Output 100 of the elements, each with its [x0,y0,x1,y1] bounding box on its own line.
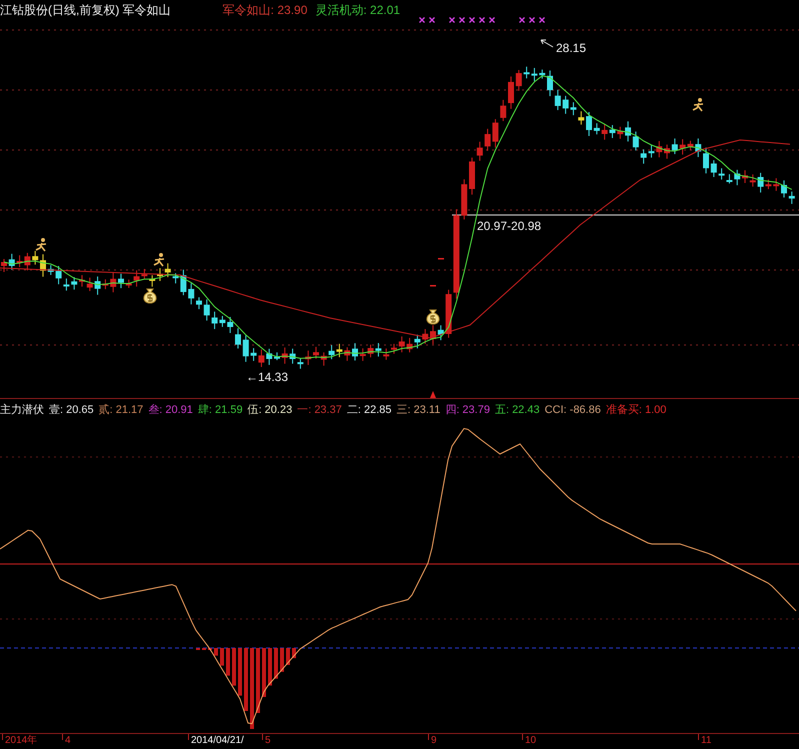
date-label: 9 [431,735,437,748]
candlestick [274,352,280,361]
candlestick [157,268,163,282]
candlestick [196,296,202,310]
candlestick [79,274,85,288]
candlestick [594,122,600,135]
date-label: 2014/04/21/ [191,735,244,748]
candlestick [360,348,366,362]
indicator-value: 叁: 20.91 [148,403,193,418]
candlestick [625,120,631,142]
running-figure-icon [35,238,47,252]
indicator-value: 三: 23.11 [396,403,440,418]
candlestick [742,170,748,184]
candlestick [71,276,78,290]
candlestick [227,316,234,334]
candlestick [586,111,592,137]
marker-icon [430,391,436,398]
tick-mark [430,285,436,286]
candlestick [554,89,561,111]
candlestick [617,126,624,140]
indicator-value: 伍: 20.23 [248,403,292,418]
candlestick [788,191,795,204]
indicator-value: 准备买: 1.00 [606,403,666,418]
candlestick [398,336,405,353]
candlestick [313,346,319,360]
cross-mark-icon [459,17,465,23]
candlestick [352,342,358,362]
candlestick [632,131,639,151]
candlestick [750,174,756,188]
cross-mark-icon [479,17,485,23]
candlestick [164,262,171,278]
candlestick [320,352,327,366]
cross-mark-icon [419,17,425,23]
candlestick [664,144,670,160]
running-figure-icon [153,253,165,267]
indicator-value: 四: 23.79 [445,403,490,418]
candlestick [695,138,702,158]
price-label: ←14.33 [246,370,288,384]
tick-mark [438,258,444,260]
candlestick [500,99,506,122]
date-label: 11 [701,735,712,748]
date-label: 2014年 [5,735,38,748]
candlestick [32,250,38,266]
candlestick [86,277,93,292]
indicator-value: 肆: 21.59 [198,403,243,418]
candlestick [383,348,390,360]
candlestick [539,69,546,80]
candlestick [516,70,522,92]
candlestick [476,141,483,162]
chart-title: 江钻股份(日线,前复权) 军令如山 [0,2,171,19]
candlestick [305,350,312,366]
candlestick [40,254,46,278]
candlestick [188,282,194,305]
date-label: 10 [525,735,536,748]
candlestick [204,298,210,322]
indicator-value: 军令如山: 23.90 [222,2,308,19]
running-figure-icon [692,98,704,112]
candlestick [438,324,444,341]
indicator-value: 贰: 21.17 [98,403,144,418]
date-label: 4 [65,735,71,748]
candlestick [422,328,428,344]
candlestick [672,138,678,155]
candlestick [235,328,241,349]
cross-mark-icon [469,17,475,23]
candlestick [578,110,584,126]
candlestick [391,343,397,354]
candlestick [773,178,780,192]
cross-mark-icon [529,17,535,23]
price-label: 20.97-20.98 [477,219,542,233]
indicator-value: CCI: -86.86 [544,404,601,416]
candlestick [656,140,662,158]
cross-mark-icon [449,17,455,23]
candlestick [469,157,475,196]
indicator-value: 灵活机动: 22.01 [315,2,400,19]
candlestick [126,279,132,288]
candlestick [508,76,514,110]
candlestick [282,347,288,364]
candlestick [734,169,740,186]
candlestick [710,160,717,178]
candlestick [8,253,15,270]
indicator-title: 主力潜伏 [0,402,44,418]
candlestick [48,264,54,276]
cross-mark-icon [539,17,545,23]
candlestick [110,272,116,293]
candlestick [118,273,124,289]
candlestick [344,346,350,362]
candlestick [781,180,787,198]
candlestick [547,70,553,97]
money-bag-icon [143,288,157,304]
cross-mark-icon [519,17,525,23]
date-label: 5 [265,735,271,748]
candlestick [149,274,156,288]
indicator-value: 一: 23.37 [297,403,342,418]
candlestick [266,348,272,366]
candlestick [430,324,436,345]
candlestick [703,147,709,174]
arrow-icon [540,40,554,48]
indicator-value: 二: 22.85 [346,403,392,418]
indicator-value: 壹: 20.65 [49,403,94,418]
candlestick [1,258,7,272]
